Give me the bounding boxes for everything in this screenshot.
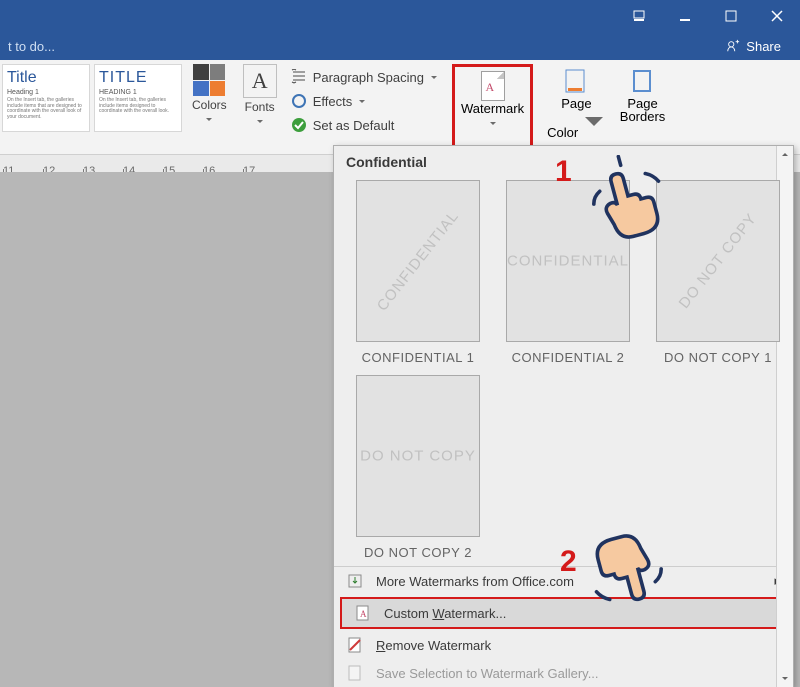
style-preview-1[interactable]: Title Heading 1 On the Insert tab, the g… xyxy=(2,64,90,132)
page-borders-button[interactable]: Page Borders xyxy=(620,68,666,140)
chevron-up-icon xyxy=(781,150,789,158)
thumbnail-caption: DO NOT COPY 1 xyxy=(664,350,772,365)
tell-me-field[interactable]: t to do... xyxy=(8,39,55,54)
watermark-icon: A xyxy=(481,71,505,101)
save-selection-item: Save Selection to Watermark Gallery... xyxy=(334,659,793,687)
ribbon: Title Heading 1 On the Insert tab, the g… xyxy=(0,60,800,155)
chevron-down-icon xyxy=(582,125,606,140)
annotation-1: 1 xyxy=(555,155,572,189)
watermark-option-donotcopy-2[interactable]: DO NOT COPY DO NOT COPY 2 xyxy=(348,375,488,560)
download-icon xyxy=(346,572,364,590)
fonts-icon: A xyxy=(243,64,277,98)
chevron-down-icon xyxy=(489,116,497,131)
style1-body: On the Insert tab, the galleries include… xyxy=(7,98,85,120)
page-background-group: Page Color Page Borders xyxy=(547,64,665,140)
annotation-2: 2 xyxy=(560,545,577,579)
thumbnail-page: DO NOT COPY xyxy=(356,375,480,537)
colors-button[interactable]: Colors xyxy=(184,64,235,127)
gallery-menu: More Watermarks from Office.com ▸ A Cust… xyxy=(334,566,793,687)
blue-band: t to do... Share xyxy=(0,32,800,60)
page-borders-label2: Borders xyxy=(620,109,666,124)
watermark-text: DO NOT COPY xyxy=(357,448,479,465)
svg-text:A: A xyxy=(360,609,367,619)
page-color-label2: Color xyxy=(547,125,578,140)
page-color-icon xyxy=(564,68,588,96)
chevron-down-icon xyxy=(256,114,264,129)
watermark-button[interactable]: A Watermark xyxy=(452,64,533,152)
minimize-button[interactable] xyxy=(662,0,708,32)
remove-watermark-label: Remove Watermark xyxy=(376,638,491,653)
share-button[interactable]: Share xyxy=(715,33,792,59)
chevron-down-icon xyxy=(781,675,789,683)
page-borders-icon xyxy=(631,68,655,96)
style1-heading: Heading 1 xyxy=(7,89,85,96)
remove-watermark-icon xyxy=(346,636,364,654)
watermark-label: Watermark xyxy=(461,101,524,116)
chevron-down-icon xyxy=(358,94,366,109)
set-as-default-button[interactable]: Set as Default xyxy=(289,114,438,136)
page-color-button[interactable]: Page Color xyxy=(547,68,606,140)
thumbnail-caption: CONFIDENTIAL 1 xyxy=(362,350,475,365)
colors-label: Colors xyxy=(192,98,227,112)
share-label: Share xyxy=(746,39,781,54)
watermark-text: DO NOT COPY xyxy=(674,208,763,315)
thumbnail-caption: DO NOT COPY 2 xyxy=(364,545,472,560)
watermark-gallery: Confidential CONFIDENTIAL CONFIDENTIAL 1… xyxy=(333,145,794,687)
style-preview-2[interactable]: TITLE HEADING 1 On the Insert tab, the g… xyxy=(94,64,182,132)
paragraph-spacing-button[interactable]: Paragraph Spacing xyxy=(289,66,438,88)
share-icon xyxy=(726,39,740,53)
style2-heading: HEADING 1 xyxy=(99,89,177,96)
custom-watermark-icon: A xyxy=(354,604,372,622)
save-selection-label: Save Selection to Watermark Gallery... xyxy=(376,666,599,681)
effects-button[interactable]: Effects xyxy=(289,90,438,112)
effects-icon xyxy=(291,93,307,109)
fonts-label: Fonts xyxy=(245,100,275,114)
thumbnail-caption: CONFIDENTIAL 2 xyxy=(512,350,625,365)
chevron-down-icon xyxy=(430,70,438,85)
watermark-text: CONFIDENTIAL xyxy=(374,208,463,315)
custom-watermark-item[interactable]: A Custom Watermark... xyxy=(340,597,787,629)
paragraph-spacing-label: Paragraph Spacing xyxy=(313,70,424,85)
style1-title: Title xyxy=(7,69,85,87)
custom-watermark-label: Custom Watermark... xyxy=(384,606,506,621)
titlebar xyxy=(0,0,800,32)
ribbon-display-options[interactable] xyxy=(616,0,662,32)
watermark-option-confidential-1[interactable]: CONFIDENTIAL CONFIDENTIAL 1 xyxy=(348,180,488,365)
set-default-label: Set as Default xyxy=(313,118,395,133)
save-gallery-icon xyxy=(346,664,364,682)
remove-watermark-item[interactable]: Remove Watermark xyxy=(334,631,793,659)
check-circle-icon xyxy=(291,117,307,133)
pointer-hand-2 xyxy=(580,528,670,621)
more-watermarks-label: More Watermarks from Office.com xyxy=(376,574,574,589)
chevron-down-icon xyxy=(205,112,213,127)
style2-title: TITLE xyxy=(99,69,177,87)
thumbnail-page: CONFIDENTIAL xyxy=(356,180,480,342)
pointer-hand-1 xyxy=(585,155,675,248)
colors-icon xyxy=(193,64,225,96)
fonts-button[interactable]: A Fonts xyxy=(235,64,285,129)
watermark-text: CONFIDENTIAL xyxy=(507,253,629,270)
paragraph-spacing-icon xyxy=(291,69,307,85)
maximize-button[interactable] xyxy=(708,0,754,32)
style2-body: On the Insert tab, the galleries include… xyxy=(99,98,177,115)
effects-label: Effects xyxy=(313,94,353,109)
close-button[interactable] xyxy=(754,0,800,32)
